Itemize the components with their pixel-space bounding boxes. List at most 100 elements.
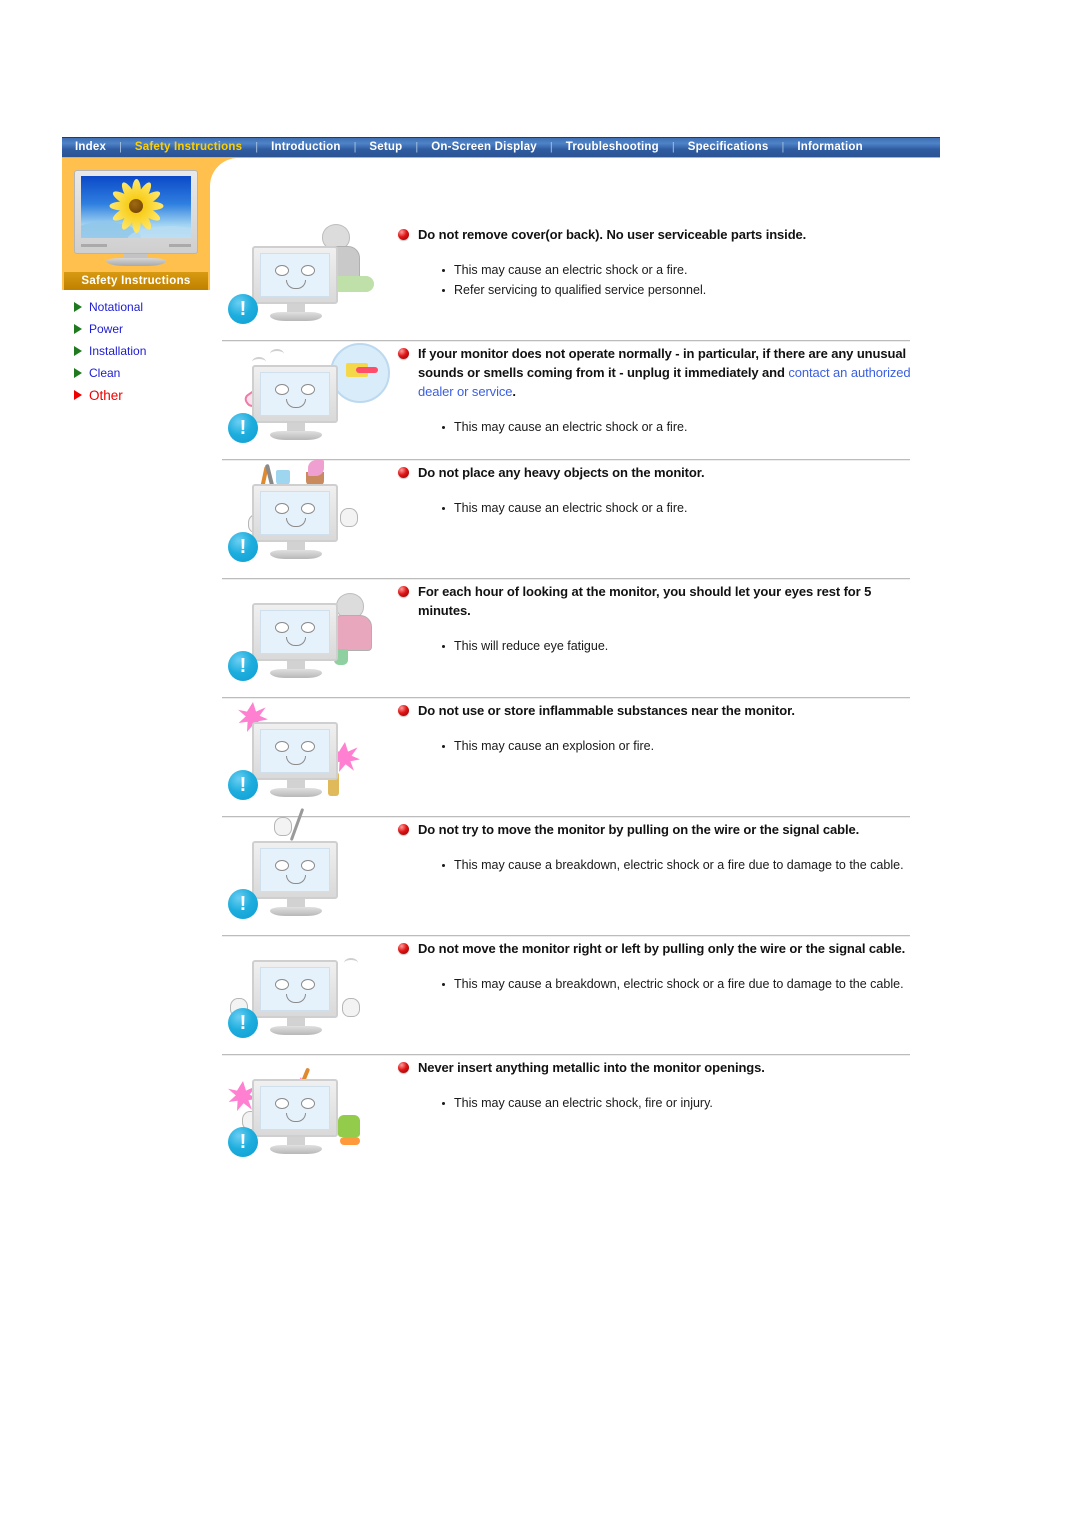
nav-item-safety-instructions[interactable]: Safety Instructions (122, 137, 255, 158)
cartoon-face (274, 975, 316, 1005)
illustration-technician-opening-monitor-cover: ! (222, 222, 392, 340)
section-bullet-list: This may cause an electric shock or a fi… (394, 418, 912, 437)
nav-item-index[interactable]: Index (62, 137, 119, 158)
motion-wave-icon (344, 958, 358, 968)
bullet-item: This will reduce eye fatigue. (442, 637, 912, 656)
safety-section: ! Do not remove cover(or back). No user s… (222, 222, 912, 340)
cartoon-face (274, 380, 316, 410)
triangle-bullet-icon (74, 368, 82, 378)
cartoon-monitor (246, 597, 346, 685)
cartoon-monitor (246, 478, 346, 566)
cartoon-mouth (286, 517, 306, 527)
section-text-column: Do not remove cover(or back). No user se… (392, 222, 912, 300)
cartoon-monitor-neck (287, 899, 305, 907)
nav-item-specifications[interactable]: Specifications (675, 137, 782, 158)
sidebar-item-power[interactable]: Power (74, 318, 224, 340)
safety-section: ! Do not try to move the monitor by pulli… (222, 808, 912, 935)
blue-exclamation-icon: ! (228, 1127, 258, 1157)
cartoon-monitor-bezel (252, 841, 338, 899)
cartoon-monitor (246, 835, 346, 923)
safety-section: ! If your monitor does not operate normal… (222, 341, 912, 459)
cartoon-monitor-screen (260, 1086, 330, 1130)
safety-section: ! For each hour of looking at the monitor… (222, 579, 912, 697)
cartoon-monitor-neck (287, 661, 305, 669)
bullet-item: This may cause a breakdown, electric sho… (442, 856, 912, 875)
section-heading: Never insert anything metallic into the … (394, 1059, 912, 1078)
section-heading-text: Do not move the monitor right or left by… (418, 941, 906, 956)
bullet-item: This may cause an electric shock or a fi… (442, 499, 912, 518)
cartoon-monitor-bezel (252, 484, 338, 542)
triangle-bullet-icon (74, 324, 82, 334)
cartoon-monitor-base (270, 1145, 322, 1154)
bullet-item: This may cause an explosion or fire. (442, 737, 912, 756)
cartoon-eye-right (301, 978, 315, 990)
cartoon-monitor (246, 359, 346, 447)
section-text-column: If your monitor does not operate normall… (392, 341, 912, 437)
cartoon-monitor-screen (260, 491, 330, 535)
cartoon-mouth (286, 993, 306, 1003)
cartoon-monitor-screen (260, 848, 330, 892)
cartoon-monitor-base (270, 312, 322, 321)
section-bullet-list: This may cause an explosion or fire. (394, 737, 912, 756)
cartoon-mouth (286, 755, 306, 765)
safety-section: ! Do not move the monitor right or left b… (222, 936, 912, 1054)
section-heading-text: Do not remove cover(or back). No user se… (418, 227, 807, 242)
cartoon-monitor-screen (260, 253, 330, 297)
sidebar-item-clean[interactable]: Clean (74, 362, 224, 384)
cartoon-monitor-bezel (252, 365, 338, 423)
cartoon-face (274, 737, 316, 767)
illustration-monitor-dragged-sideways-by-cable: ! (222, 936, 392, 1054)
section-bullet-list: This may cause a breakdown, electric sho… (394, 975, 912, 994)
section-heading: Do not try to move the monitor by pullin… (394, 821, 912, 840)
blue-exclamation-icon: ! (228, 294, 258, 324)
sidebar-item-notational[interactable]: Notational (74, 296, 224, 318)
cartoon-mouth (286, 636, 306, 646)
safety-section: ! Do not place any heavy objects on the m… (222, 460, 912, 578)
section-heading-text: Never insert anything metallic into the … (418, 1060, 765, 1075)
sidebar-corner-notch (210, 158, 238, 186)
top-navigation-bar[interactable]: Index | Safety Instructions | Introduction | S… (62, 137, 940, 158)
cartoon-monitor-neck (287, 1137, 305, 1145)
cartoon-mouth (286, 398, 306, 408)
cartoon-eye-left (275, 383, 289, 395)
sunflower-icon (109, 178, 163, 233)
manual-page: Index | Safety Instructions | Introduction | S… (0, 0, 1080, 1528)
nav-item-setup[interactable]: Setup (356, 137, 415, 158)
cartoon-monitor-screen (260, 967, 330, 1011)
bullet-item: This may cause a breakdown, electric sho… (442, 975, 912, 994)
cartoon-face (274, 618, 316, 648)
sidebar-item-installation[interactable]: Installation (74, 340, 224, 362)
blue-exclamation-icon: ! (228, 889, 258, 919)
red-sphere-bullet-icon (398, 348, 409, 359)
cartoon-monitor-neck (287, 1018, 305, 1026)
plant-leaf-icon (308, 460, 324, 476)
triangle-bullet-icon (74, 390, 82, 400)
nav-item-introduction[interactable]: Introduction (258, 137, 353, 158)
monitor-brand-row (81, 242, 191, 248)
section-heading-tail: . (512, 383, 516, 399)
cartoon-monitor-bezel (252, 960, 338, 1018)
cartoon-monitor-bezel (252, 246, 338, 304)
triangle-bullet-icon (74, 346, 82, 356)
section-heading: Do not move the monitor right or left by… (394, 940, 912, 959)
cartoon-eye-right (301, 383, 315, 395)
section-heading: Do not use or store inflammable substanc… (394, 702, 912, 721)
sidebar-nav-list[interactable]: Notational Power Installation Clean Other (74, 296, 224, 406)
section-heading-text: Do not place any heavy objects on the mo… (418, 465, 705, 480)
cartoon-eye-left (275, 740, 289, 752)
section-bullet-list: This may cause a breakdown, electric sho… (394, 856, 912, 875)
nav-item-on-screen-display[interactable]: On-Screen Display (418, 137, 550, 158)
section-text-column: Do not use or store inflammable substanc… (392, 698, 912, 757)
illustration-metal-object-inserted-into-monitor-opening: ! (222, 1055, 392, 1173)
safety-section: ! Do not use or store inflammable substan… (222, 698, 912, 816)
sidebar-item-other[interactable]: Other (74, 384, 224, 406)
nav-item-information[interactable]: Information (784, 137, 875, 158)
nav-item-troubleshooting[interactable]: Troubleshooting (553, 137, 672, 158)
bullet-item: Refer servicing to qualified service per… (442, 281, 912, 300)
cartoon-monitor-bezel (252, 603, 338, 661)
sidebar-item-label: Notational (89, 300, 144, 314)
cartoon-eye-right (301, 1097, 315, 1109)
section-heading: Do not place any heavy objects on the mo… (394, 464, 912, 483)
cartoon-eye-left (275, 1097, 289, 1109)
cartoon-monitor (246, 1073, 346, 1161)
